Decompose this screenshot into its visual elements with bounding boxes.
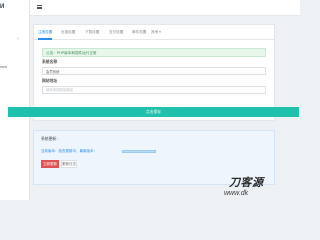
tab-download[interactable]: 下载设置 xyxy=(85,29,99,35)
submit-button[interactable]: 点击保存 xyxy=(8,107,299,117)
tab-register[interactable]: 注册设置 xyxy=(38,29,52,35)
settings-tabs: 注册设置 优惠设置 下载设置 支付设置 邮件设置 其他 ▾ xyxy=(34,25,274,40)
version-badge xyxy=(122,150,156,153)
tab-discount[interactable]: 优惠设置 xyxy=(61,29,75,35)
watermark-logo: 刀客源 xyxy=(229,177,264,189)
changelog-button[interactable]: 更新日志 xyxy=(61,160,77,168)
field2-label: 网站地址 xyxy=(42,79,58,83)
field1-label: 系统名称 xyxy=(42,60,58,64)
site-url-input[interactable] xyxy=(42,86,266,94)
tab-payment[interactable]: 支付设置 xyxy=(109,29,123,35)
update-now-button[interactable]: 立即更新 xyxy=(41,160,59,168)
hamburger-icon[interactable] xyxy=(37,5,42,9)
sidebar-item-label[interactable]: med xyxy=(0,65,7,69)
top-navbar xyxy=(30,0,300,16)
version-status: 当前版本：检查更新中，最新版本： xyxy=(41,149,97,153)
watermark-url: www.dk xyxy=(224,190,249,197)
active-tab-indicator xyxy=(38,38,52,40)
system-name-input[interactable] xyxy=(42,67,266,75)
sidebar: И ‹ med xyxy=(0,0,30,200)
notice-text: 公告：PHP版本和插件运行正常 xyxy=(46,51,97,55)
sidebar-brand: И xyxy=(0,4,5,10)
notice-alert: 公告：PHP版本和插件运行正常 xyxy=(42,48,266,57)
tab-email[interactable]: 邮件设置 xyxy=(132,29,146,35)
tab-more-dropdown[interactable]: 其他 ▾ xyxy=(151,29,161,35)
update-title: 系统更新： xyxy=(41,137,60,141)
submenu-arrow-icon[interactable]: ‹ xyxy=(17,37,19,42)
